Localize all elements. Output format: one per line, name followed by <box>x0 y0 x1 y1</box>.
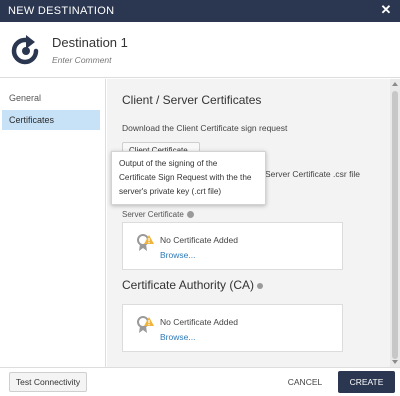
info-icon[interactable] <box>186 211 194 219</box>
server-certificate-status: No Certificate Added <box>160 235 238 245</box>
destination-logo-icon <box>11 35 39 65</box>
ca-info-icon[interactable] <box>257 282 264 289</box>
server-certificate-box: No Certificate Added Browse... <box>122 222 343 270</box>
sidebar: General Certificates <box>0 79 106 367</box>
sidebar-item-general[interactable]: General <box>2 88 100 108</box>
ca-certificate-browse-link[interactable]: Browse... <box>160 332 195 342</box>
test-connectivity-button[interactable]: Test Connectivity <box>9 372 87 392</box>
section-title: Client / Server Certificates <box>122 93 262 107</box>
close-icon[interactable]: ✕ <box>379 3 393 17</box>
dialog-footer: Test Connectivity CANCEL CREATE <box>0 367 400 396</box>
ca-section-title: Certificate Authority (CA) <box>122 278 264 292</box>
scroll-up-arrow-icon[interactable] <box>392 81 398 87</box>
certificate-warning-icon <box>137 234 154 251</box>
scrollbar-thumb[interactable] <box>392 91 398 359</box>
ca-title-text: Certificate Authority (CA) <box>122 278 255 292</box>
tooltip-line: Output of the signing of the <box>119 159 218 168</box>
ca-certificate-warning-icon <box>137 316 154 333</box>
content-scrollbar[interactable] <box>390 79 400 367</box>
server-certificate-label: Server Certificate <box>122 210 194 219</box>
destination-header: Destination 1 Enter Comment <box>0 22 400 78</box>
server-certificate-label-text: Server Certificate <box>122 210 184 219</box>
cancel-button[interactable]: CANCEL <box>282 372 328 392</box>
create-button[interactable]: CREATE <box>338 371 395 393</box>
download-description: Download the Client Certificate sign req… <box>122 123 288 133</box>
comment-field[interactable]: Enter Comment <box>52 55 112 65</box>
sidebar-item-certificates[interactable]: Certificates <box>2 110 100 130</box>
info-tooltip: Output of the signing of the Certificate… <box>111 151 266 205</box>
server-csr-text: Server Certificate .csr file <box>265 169 360 179</box>
server-certificate-browse-link[interactable]: Browse... <box>160 250 195 260</box>
destination-name[interactable]: Destination 1 <box>52 35 128 50</box>
scroll-down-arrow-icon[interactable] <box>392 359 398 365</box>
certificates-panel: Client / Server Certificates Download th… <box>107 79 390 367</box>
dialog-title: NEW DESTINATION <box>8 5 115 17</box>
ca-certificate-box: No Certificate Added Browse... <box>122 304 343 352</box>
dialog-titlebar: NEW DESTINATION ✕ <box>0 0 400 22</box>
tooltip-line: Certificate Sign Request with the the <box>119 173 252 182</box>
tooltip-line: server's private key (.crt file) <box>119 187 222 196</box>
ca-certificate-status: No Certificate Added <box>160 317 238 327</box>
